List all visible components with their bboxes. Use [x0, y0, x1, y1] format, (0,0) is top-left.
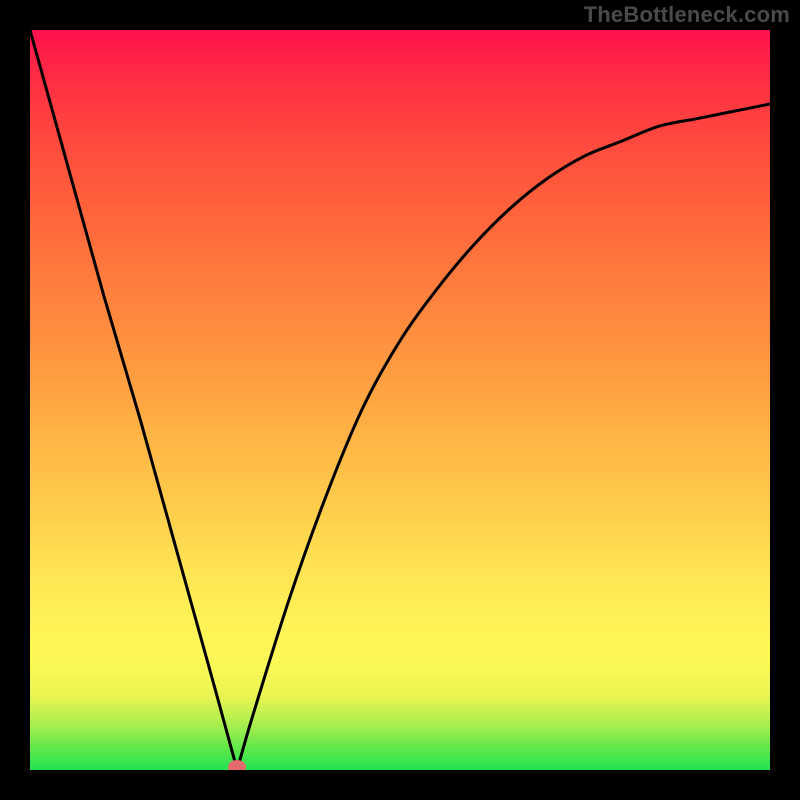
chart-frame: TheBottleneck.com [0, 0, 800, 800]
curve-svg [30, 30, 770, 770]
bottleneck-curve [30, 30, 770, 770]
minimum-marker [228, 760, 246, 770]
watermark-text: TheBottleneck.com [584, 2, 790, 28]
plot-area [30, 30, 770, 770]
